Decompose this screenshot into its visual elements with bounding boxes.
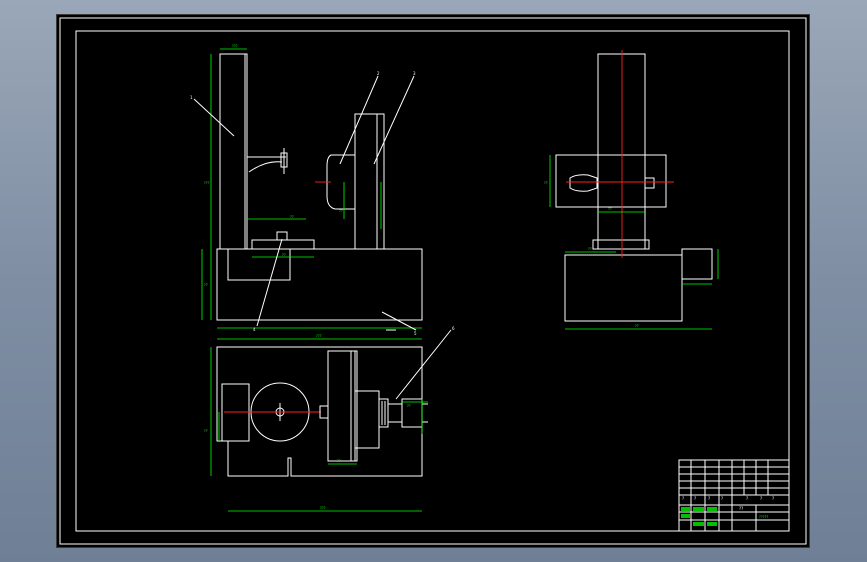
svg-text:??: ?? [282,253,286,257]
front-view: ??? ??? ?? ?? ?? ?? [193,44,423,331]
callout-6: 6 [452,326,455,331]
side-step-block [681,248,713,280]
front-base-recess [227,248,291,281]
front-head-block [326,154,356,210]
front-left-column [219,53,248,250]
side-head-block [555,154,667,208]
svg-text:??: ?? [339,209,343,213]
title-block: ? ? ? ? ? ? ? ?? ????? [678,459,790,532]
plan-view: ??? ??? ?? ?? ?? [204,329,452,512]
title-block-label-a: ?? [739,506,743,511]
svg-text:??: ?? [608,207,612,211]
svg-text:??: ?? [588,247,592,251]
front-base [216,248,423,321]
svg-text:??: ?? [204,283,208,287]
svg-text:???: ??? [316,334,322,338]
callout-5: 5 [414,331,417,336]
side-view: ?? ?? ?? ?? [544,50,719,330]
svg-text:?: ? [760,496,762,501]
front-right-column [354,113,385,250]
svg-text:?: ? [772,496,774,501]
svg-text:?: ? [746,496,748,501]
engineering-drawing: ??? ??? ?? ?? ?? ?? ?? ?? ?? ?? ??? ??? … [59,17,807,545]
svg-text:???: ??? [232,44,238,48]
svg-text:?: ? [708,496,710,501]
svg-text:??: ?? [635,324,639,328]
svg-text:???: ??? [320,506,326,510]
side-base [564,254,683,322]
outer-border [59,17,807,545]
front-fixture-plate [251,239,315,250]
svg-text:???: ??? [204,181,210,185]
svg-text:?: ? [682,496,684,501]
svg-text:?: ? [694,496,696,501]
svg-text:??: ?? [204,429,208,433]
svg-text:?: ? [721,496,723,501]
callout-2: 2 [377,71,380,76]
title-block-label-b: ????? [759,515,768,519]
svg-text:??: ?? [290,215,294,219]
cad-viewport[interactable]: ??? ??? ?? ?? ?? ?? ?? ?? ?? ?? ??? ??? … [56,14,810,548]
svg-text:??: ?? [407,404,411,408]
svg-text:??: ?? [337,459,341,463]
side-column [597,53,646,250]
callout-labels: 1 2 3 4 5 6 [190,71,455,336]
svg-text:??: ?? [544,181,548,185]
callout-3: 3 [413,71,416,76]
callout-1: 1 [190,95,193,100]
